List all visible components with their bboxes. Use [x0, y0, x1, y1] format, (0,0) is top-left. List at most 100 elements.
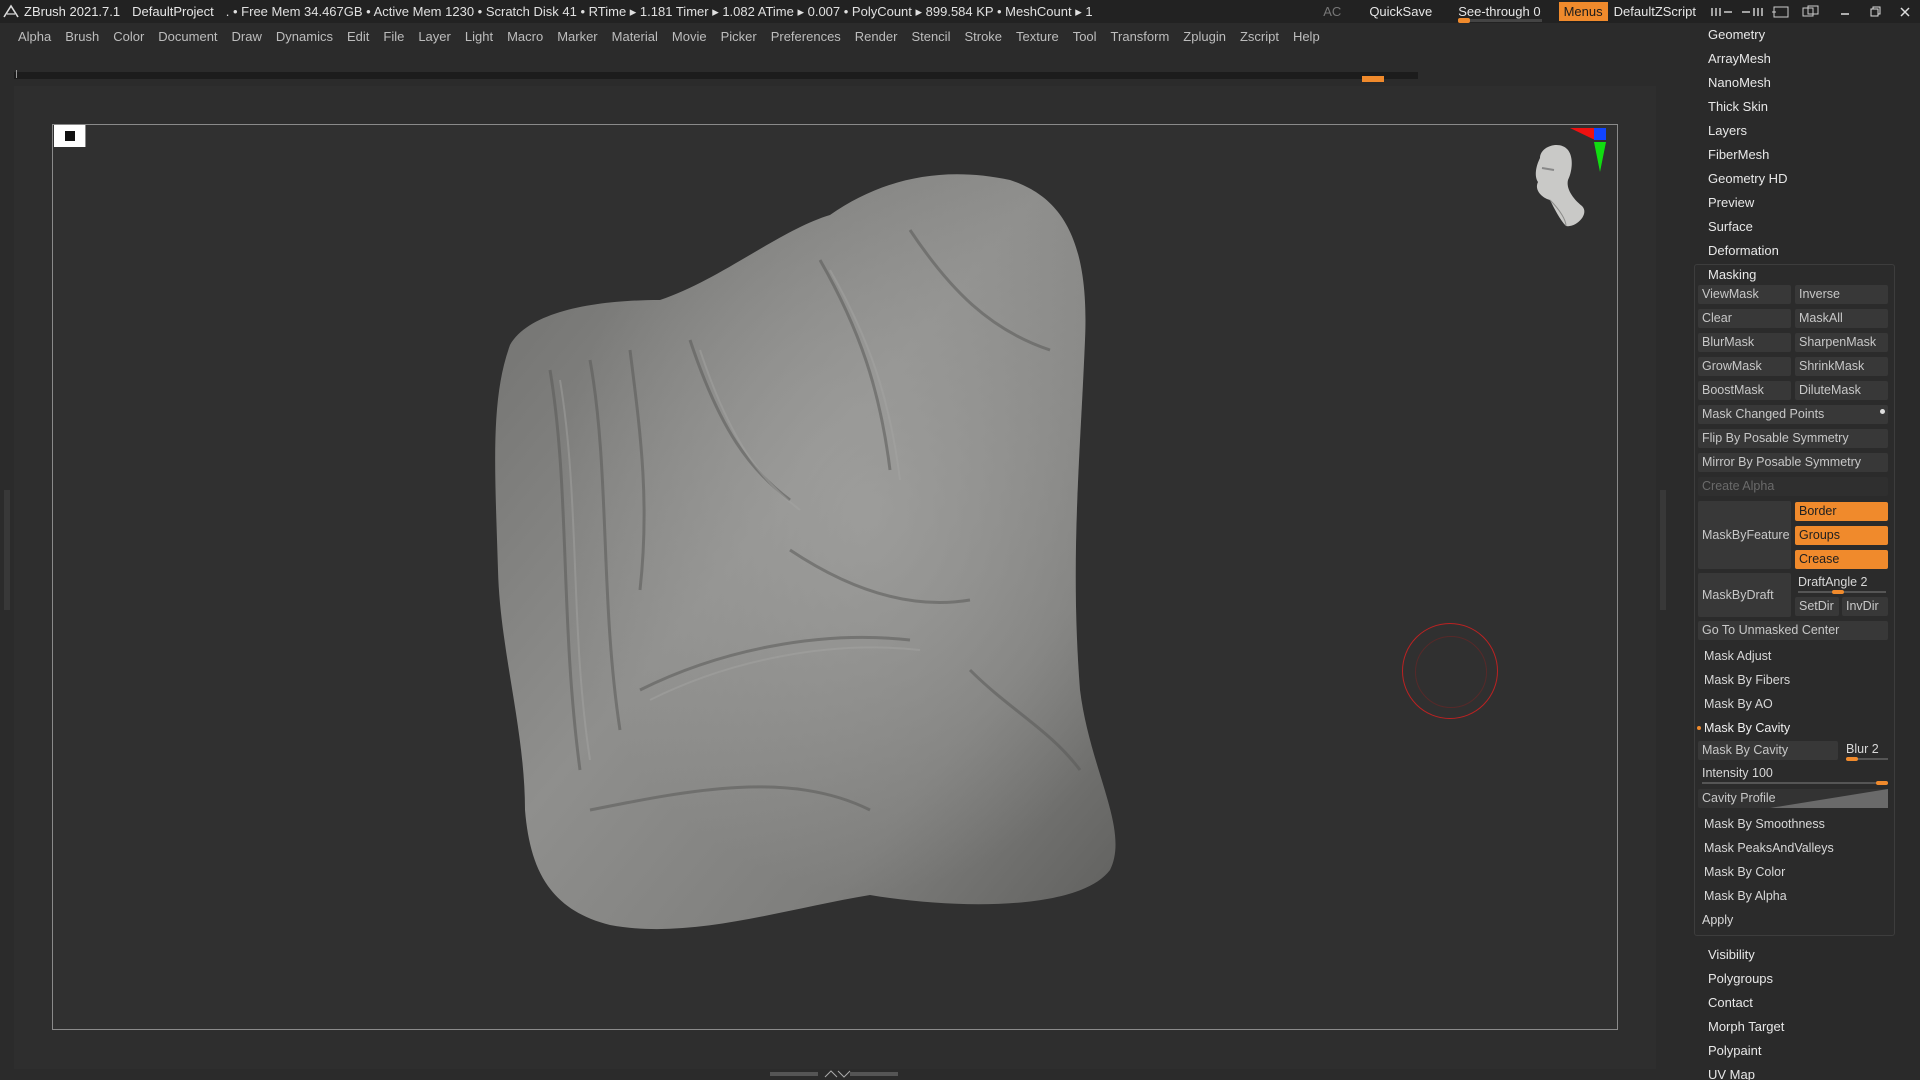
cavity-blur-slider[interactable]: Blur 2 [1846, 739, 1888, 759]
setdir-button[interactable]: SetDir [1795, 597, 1839, 616]
intensity-slider[interactable]: Intensity 100 [1702, 763, 1773, 783]
subpalette-fibermesh[interactable]: FiberMesh [1708, 144, 1769, 166]
menu-edit[interactable]: Edit [347, 29, 369, 44]
subpalette-visibility[interactable]: Visibility [1708, 944, 1755, 966]
menu-zscript[interactable]: Zscript [1240, 29, 1279, 44]
cavity-blur-knob[interactable] [1846, 757, 1858, 761]
quicksave-button[interactable]: QuickSave [1369, 4, 1432, 19]
subpalette-uv-map[interactable]: UV Map [1708, 1064, 1755, 1080]
inverse-button[interactable]: Inverse [1795, 285, 1888, 304]
subpalette-layers[interactable]: Layers [1708, 120, 1747, 142]
viewmask-button[interactable]: ViewMask [1698, 285, 1791, 304]
menu-dynamics[interactable]: Dynamics [276, 29, 333, 44]
boostmask-button[interactable]: BoostMask [1698, 381, 1791, 400]
ac-toggle[interactable]: AC [1323, 4, 1341, 19]
border-toggle[interactable]: Border [1795, 502, 1888, 521]
groups-toggle[interactable]: Groups [1795, 526, 1888, 545]
menu-zplugin[interactable]: Zplugin [1183, 29, 1226, 44]
blurmask-button[interactable]: BlurMask [1698, 333, 1791, 352]
clear-button[interactable]: Clear [1698, 309, 1791, 328]
subpalette-contact[interactable]: Contact [1708, 992, 1753, 1014]
minimize-icon[interactable] [1838, 5, 1852, 19]
draft-angle-knob[interactable] [1832, 590, 1844, 594]
mask-by-ao-header[interactable]: Mask By AO [1704, 694, 1773, 714]
menu-document[interactable]: Document [158, 29, 217, 44]
mirror-posable-symmetry-button[interactable]: Mirror By Posable Symmetry [1698, 453, 1888, 472]
menu-help[interactable]: Help [1293, 29, 1320, 44]
subpalette-thick-skin[interactable]: Thick Skin [1708, 96, 1768, 118]
default-zscript-button[interactable]: DefaultZScript [1614, 4, 1696, 19]
menu-stroke[interactable]: Stroke [964, 29, 1002, 44]
mask-by-cavity-button[interactable]: Mask By Cavity [1698, 741, 1838, 760]
mask-changed-points-button[interactable]: Mask Changed Points [1698, 405, 1888, 424]
navigation-head-icon[interactable] [1510, 128, 1620, 258]
draft-angle-slider[interactable]: DraftAngle 2 [1798, 572, 1888, 592]
menu-color[interactable]: Color [113, 29, 144, 44]
go-to-unmasked-center-button[interactable]: Go To Unmasked Center [1698, 621, 1888, 640]
bottom-tray-grip-icon[interactable] [770, 1070, 900, 1078]
subpalette-nanomesh[interactable]: NanoMesh [1708, 72, 1771, 94]
subpalette-surface[interactable]: Surface [1708, 216, 1753, 238]
sculpted-mesh[interactable] [490, 170, 1140, 950]
menu-draw[interactable]: Draw [232, 29, 262, 44]
mask-by-feature-button[interactable]: MaskByFeature [1698, 501, 1791, 569]
invdir-button[interactable]: InvDir [1842, 597, 1888, 616]
growmask-button[interactable]: GrowMask [1698, 357, 1791, 376]
menu-movie[interactable]: Movie [672, 29, 707, 44]
menus-toggle-button[interactable]: Menus [1558, 2, 1608, 21]
subpalette-polygroups[interactable]: Polygroups [1708, 968, 1773, 990]
mask-by-fibers-header[interactable]: Mask By Fibers [1704, 670, 1790, 690]
mask-adjust-header[interactable]: Mask Adjust [1704, 646, 1771, 666]
right-tray-grip[interactable] [1660, 490, 1666, 610]
menu-render[interactable]: Render [855, 29, 898, 44]
menu-alpha[interactable]: Alpha [18, 29, 51, 44]
see-through-track [1458, 19, 1543, 22]
mask-peaks-valleys-header[interactable]: Mask PeaksAndValleys [1704, 838, 1834, 858]
top-shelf-strip[interactable] [14, 70, 1418, 82]
tray-right-icon[interactable] [1740, 5, 1764, 19]
mask-by-smoothness-header[interactable]: Mask By Smoothness [1704, 814, 1825, 834]
menu-brush[interactable]: Brush [65, 29, 99, 44]
menu-texture[interactable]: Texture [1016, 29, 1059, 44]
subpalette-geometry[interactable]: Geometry [1708, 24, 1765, 46]
subpalette-deformation[interactable]: Deformation [1708, 240, 1779, 262]
menu-marker[interactable]: Marker [557, 29, 597, 44]
shelf-orange-marker[interactable] [1362, 76, 1384, 82]
crease-toggle[interactable]: Crease [1795, 550, 1888, 569]
intensity-knob[interactable] [1876, 781, 1888, 785]
menu-tool[interactable]: Tool [1073, 29, 1097, 44]
close-icon[interactable] [1898, 5, 1912, 19]
shrinkmask-button[interactable]: ShrinkMask [1795, 357, 1888, 376]
layout-icon[interactable] [1770, 5, 1794, 19]
mask-by-draft-button[interactable]: MaskByDraft [1698, 573, 1791, 617]
maskall-button[interactable]: MaskAll [1795, 309, 1888, 328]
see-through-slider[interactable]: See-through 0 [1458, 4, 1544, 23]
menu-file[interactable]: File [383, 29, 404, 44]
subpalette-geometry-hd[interactable]: Geometry HD [1708, 168, 1787, 190]
menu-macro[interactable]: Macro [507, 29, 543, 44]
subpalette-preview[interactable]: Preview [1708, 192, 1754, 214]
flip-posable-symmetry-button[interactable]: Flip By Posable Symmetry [1698, 429, 1888, 448]
mask-by-color-header[interactable]: Mask By Color [1704, 862, 1785, 882]
menu-layer[interactable]: Layer [418, 29, 451, 44]
apply-header[interactable]: Apply [1702, 910, 1733, 930]
menu-light[interactable]: Light [465, 29, 493, 44]
subpalette-morph-target[interactable]: Morph Target [1708, 1016, 1784, 1038]
tray-left-icon[interactable] [1710, 5, 1734, 19]
mask-by-cavity-header[interactable]: Mask By Cavity [1704, 718, 1790, 738]
menu-transform[interactable]: Transform [1111, 29, 1170, 44]
restore-icon[interactable] [1868, 5, 1882, 19]
project-name[interactable]: DefaultProject [132, 4, 214, 19]
subpalette-arraymesh[interactable]: ArrayMesh [1708, 48, 1771, 70]
layout-swap-icon[interactable] [1800, 5, 1824, 19]
menu-stencil[interactable]: Stencil [911, 29, 950, 44]
subpalette-polypaint[interactable]: Polypaint [1708, 1040, 1761, 1062]
dilutemask-button[interactable]: DiluteMask [1795, 381, 1888, 400]
sharpenmask-button[interactable]: SharpenMask [1795, 333, 1888, 352]
menu-picker[interactable]: Picker [721, 29, 757, 44]
menu-preferences[interactable]: Preferences [771, 29, 841, 44]
menu-material[interactable]: Material [612, 29, 658, 44]
left-tray-grip[interactable] [4, 490, 10, 610]
mask-by-alpha-header[interactable]: Mask By Alpha [1704, 886, 1787, 906]
masking-header[interactable]: Masking [1708, 264, 1756, 286]
